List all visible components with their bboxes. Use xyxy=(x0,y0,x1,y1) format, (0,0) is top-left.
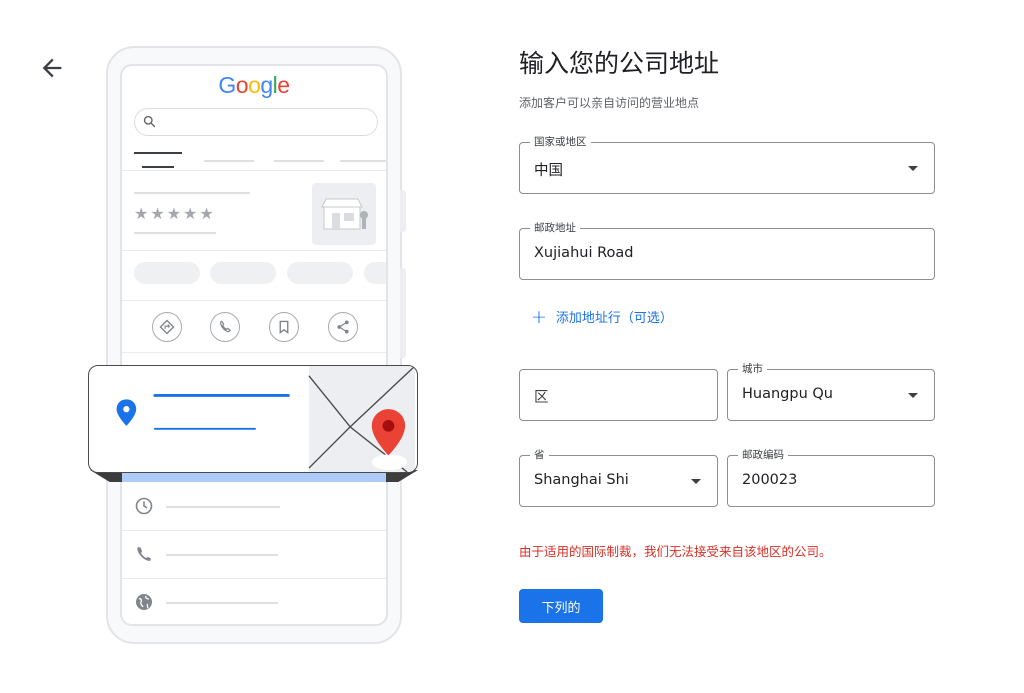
clock-icon xyxy=(134,496,154,516)
phone-icon xyxy=(210,312,240,342)
dropdown-arrow-icon xyxy=(691,479,701,484)
page-title: 输入您的公司地址 xyxy=(519,49,720,78)
phone-screen: Google ★★★★★ xyxy=(120,64,388,626)
city-value: Huangpu Qu xyxy=(742,386,833,402)
phone-button xyxy=(400,268,406,358)
postal-code-value: 200023 xyxy=(742,472,798,488)
phone-button xyxy=(400,190,406,232)
country-value: 中国 xyxy=(534,163,563,179)
mock-business-name xyxy=(134,192,250,194)
mock-chip xyxy=(210,262,276,284)
dropdown-arrow-icon xyxy=(908,166,918,171)
location-pin-red-icon xyxy=(371,409,406,456)
mock-tab xyxy=(340,160,386,162)
divider xyxy=(122,300,386,301)
storefront-icon xyxy=(312,183,376,245)
divider xyxy=(122,352,386,353)
mock-tab xyxy=(204,160,254,162)
divider xyxy=(122,530,386,531)
mock-tab xyxy=(274,160,324,162)
postal-code-label: 邮政编码 xyxy=(738,448,788,462)
city-select[interactable]: 城市 Huangpu Qu xyxy=(727,362,935,421)
search-icon xyxy=(143,115,156,128)
mock-tab-underline xyxy=(142,166,174,168)
divider xyxy=(122,170,386,171)
mock-phone-line xyxy=(166,554,278,556)
street-address-value: Xujiahui Road xyxy=(534,245,634,261)
page-subtitle: 添加客户可以亲自访问的营业地点 xyxy=(519,96,700,110)
mock-business-category xyxy=(134,232,216,234)
dropdown-arrow-icon xyxy=(908,393,918,398)
street-address-label: 邮政地址 xyxy=(530,221,580,235)
share-icon xyxy=(328,312,358,342)
phone-icon xyxy=(134,544,154,564)
mock-chip xyxy=(364,262,386,284)
rating-stars: ★★★★★ xyxy=(134,204,216,223)
mock-website-line xyxy=(166,602,278,604)
bookmark-icon xyxy=(269,312,299,342)
province-label: 省 xyxy=(530,448,549,462)
country-label: 国家或地区 xyxy=(530,135,591,149)
add-address-line-label: 添加地址行（可选） xyxy=(555,311,673,326)
postal-code-input[interactable]: 邮政编码 200023 xyxy=(727,448,935,507)
back-button[interactable] xyxy=(38,54,66,82)
country-select[interactable]: 国家或地区 中国 xyxy=(519,135,935,194)
plus-icon: + xyxy=(531,305,547,328)
next-button[interactable]: 下列的 xyxy=(519,589,603,623)
arrow-back-icon xyxy=(42,58,62,78)
mock-chip xyxy=(134,262,200,284)
divider xyxy=(122,578,386,579)
error-message: 由于适用的国际制裁，我们无法接受来自该地区的公司。 xyxy=(519,544,832,559)
street-address-input[interactable]: 邮政地址 Xujiahui Road xyxy=(519,221,935,280)
divider xyxy=(122,250,386,251)
map-card-strip xyxy=(122,472,386,482)
globe-icon xyxy=(134,592,154,612)
province-value: Shanghai Shi xyxy=(534,472,629,488)
mock-chip xyxy=(287,262,353,284)
district-placeholder: 区 xyxy=(534,390,549,406)
mock-hours-line xyxy=(166,506,280,508)
district-input[interactable]: 区 xyxy=(519,369,718,421)
province-select[interactable]: 省 Shanghai Shi xyxy=(519,448,718,507)
map-card xyxy=(88,365,418,473)
city-label: 城市 xyxy=(738,362,767,376)
mock-search-bar xyxy=(134,108,378,136)
add-address-line-button[interactable]: + 添加地址行（可选） xyxy=(531,307,673,326)
directions-icon xyxy=(152,312,182,342)
mock-tab-active xyxy=(134,152,182,154)
google-logo: Google xyxy=(218,72,290,98)
